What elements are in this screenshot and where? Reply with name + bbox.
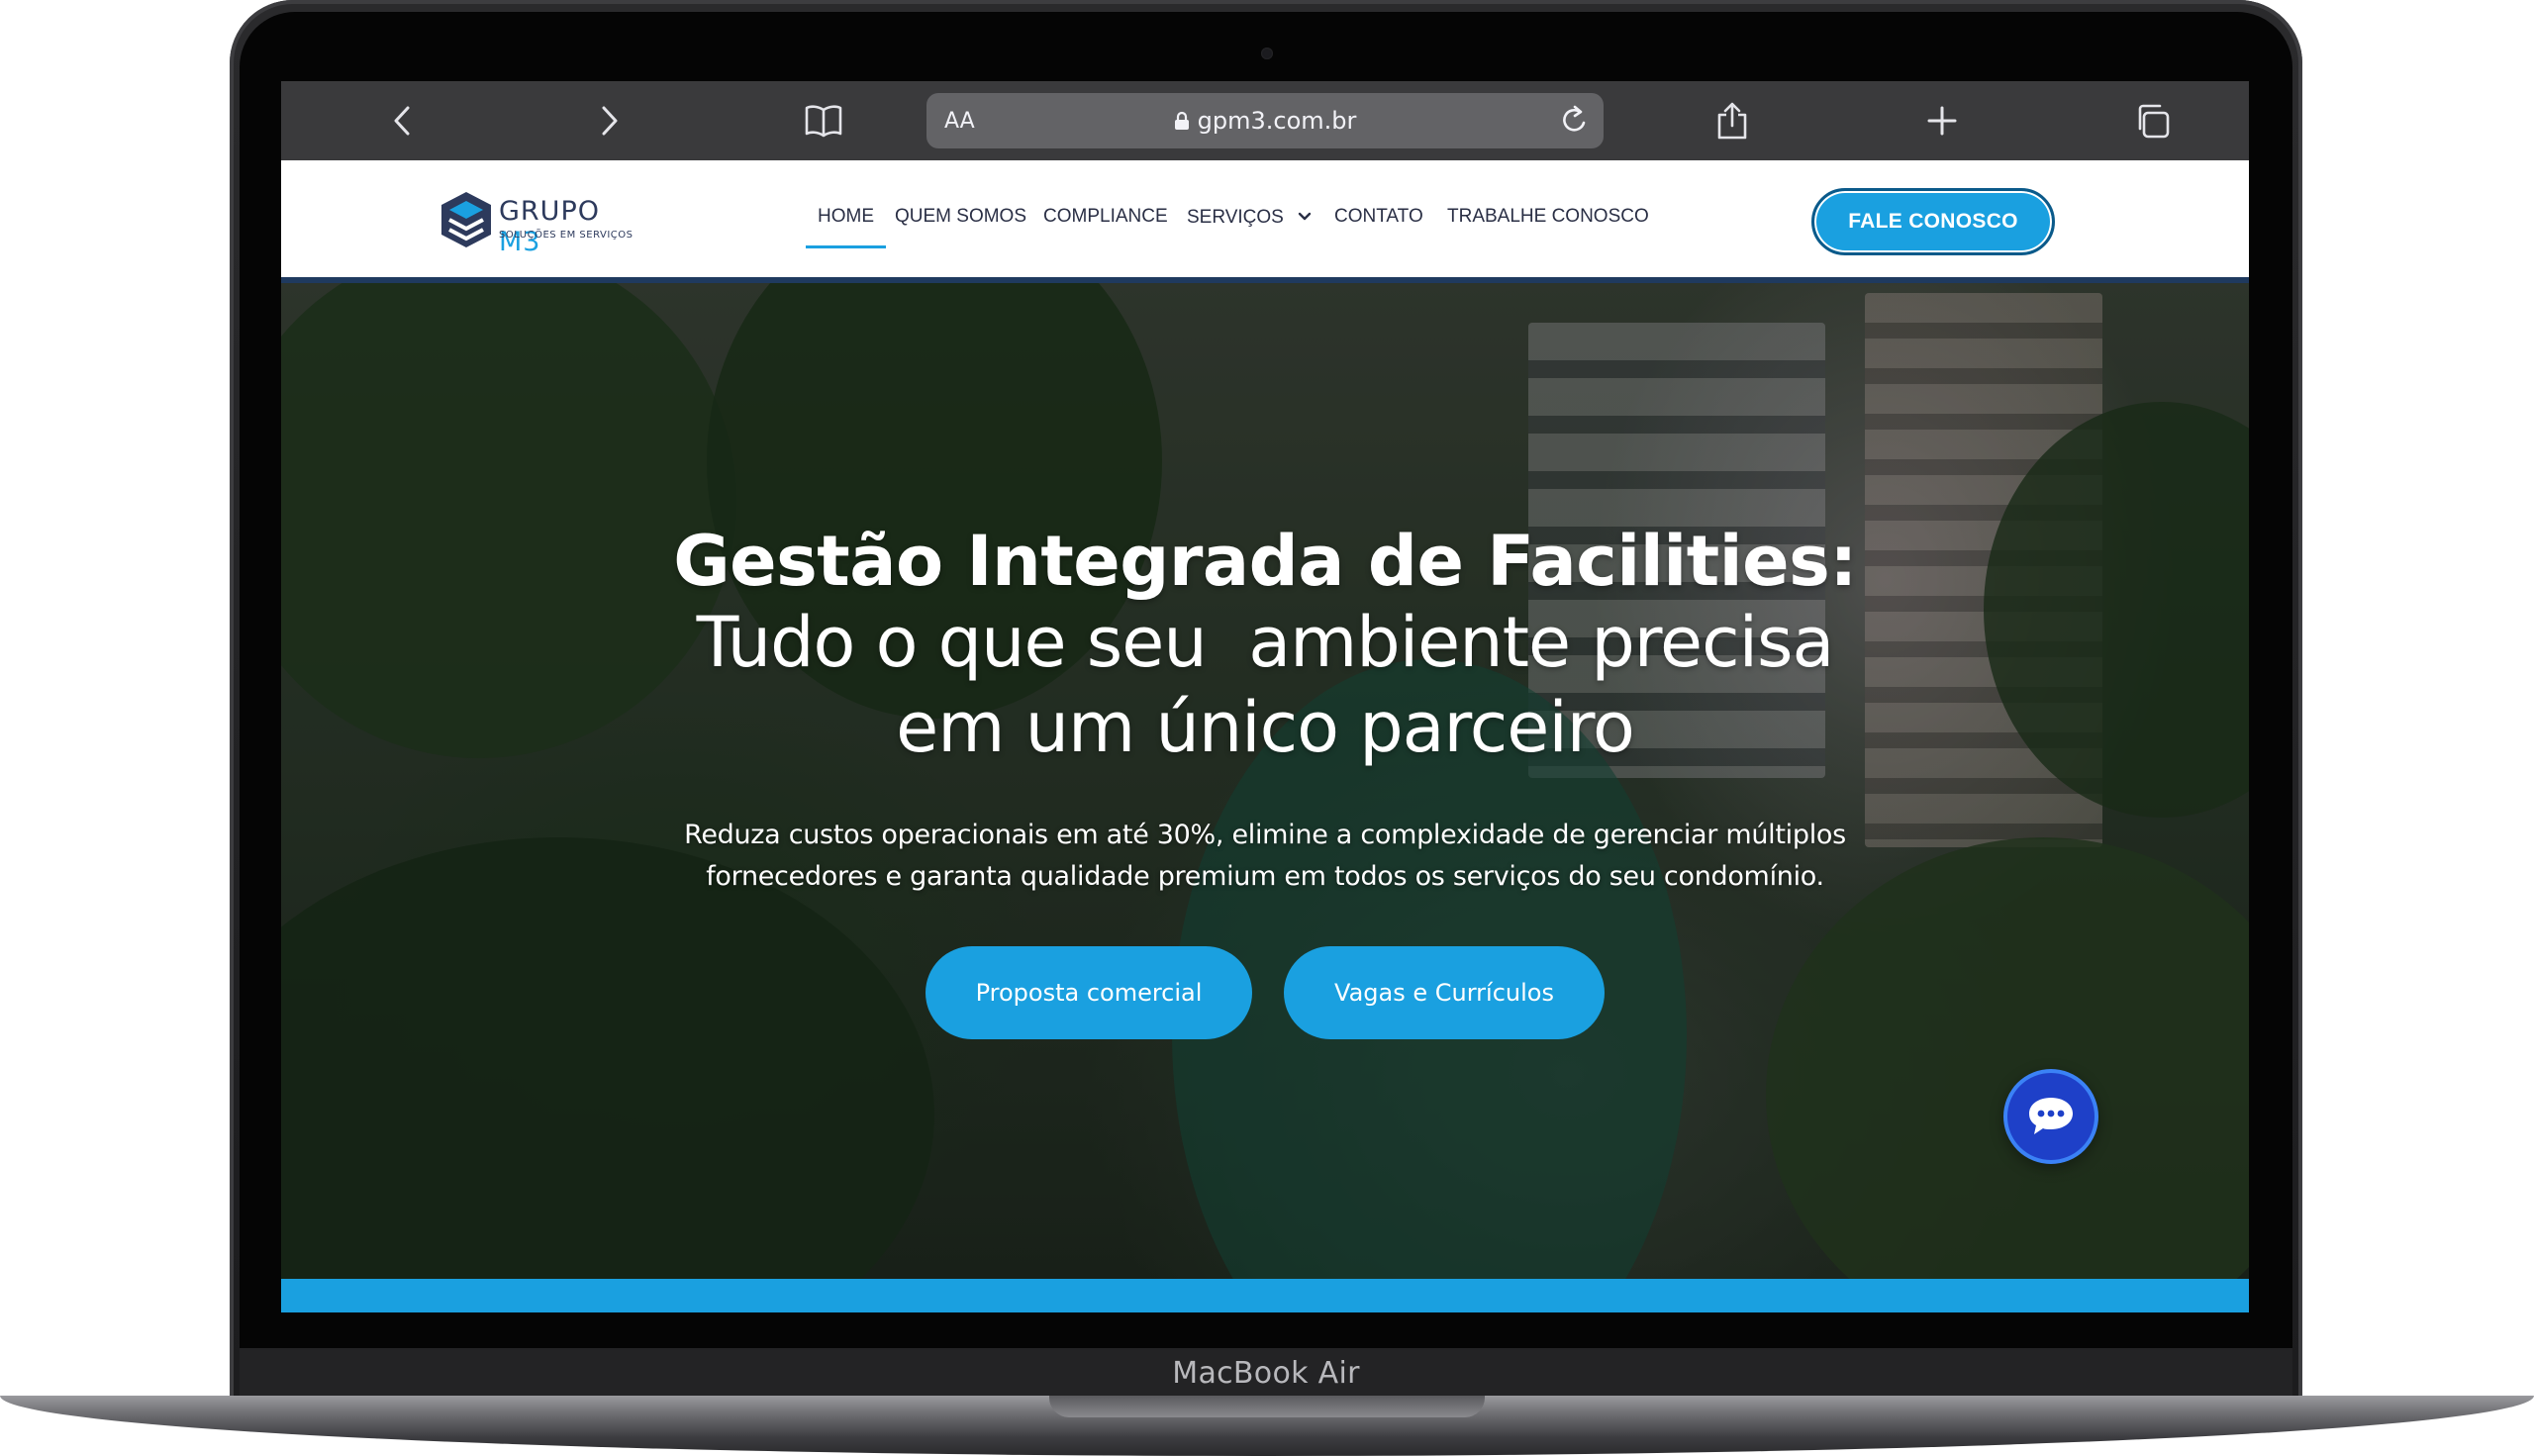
logo-name: GRUPO M3 (499, 196, 600, 257)
camera-icon (1261, 48, 1273, 59)
nav-trabalhe-conosco[interactable]: TRABALHE CONOSCO (1447, 206, 1649, 228)
nav-contato[interactable]: CONTATO (1334, 206, 1423, 228)
tabs-icon[interactable] (2128, 97, 2176, 145)
chat-bubble-icon (2029, 1098, 2073, 1134)
fale-conosco-button[interactable]: FALE CONOSCO (1811, 188, 2055, 255)
hero-overlay (281, 283, 2249, 1279)
share-icon[interactable] (1708, 97, 1756, 145)
plus-icon[interactable] (1918, 97, 1966, 145)
screen: AA gpm3.com.br GRUPO M3 SOLUÇÕES EM SERV… (281, 81, 2249, 1312)
url-display: gpm3.com.br (926, 107, 1604, 137)
chevron-right-icon[interactable] (586, 97, 634, 145)
hero-subtitle: Reduza custos operacionais em até 30%, e… (684, 820, 1846, 850)
vagas-curriculos-button[interactable]: Vagas e Currículos (1284, 946, 1605, 1039)
hero-title-line3: em um único parceiro (896, 687, 1635, 768)
chevron-left-icon[interactable] (378, 97, 426, 145)
browser-toolbar: AA gpm3.com.br (281, 81, 2249, 160)
nav-compliance[interactable]: COMPLIANCE (1043, 206, 1168, 228)
book-icon[interactable] (800, 97, 847, 145)
laptop-notch (1049, 1396, 1485, 1417)
nav-home[interactable]: HOME (806, 206, 886, 248)
address-bar[interactable]: AA gpm3.com.br (926, 93, 1604, 148)
logo[interactable]: GRUPO M3 SOLUÇÕES EM SERVIÇOS (439, 190, 647, 257)
hero-title: Gestão Integrada de Facilities: (673, 521, 1857, 602)
chat-button[interactable] (2003, 1069, 2098, 1164)
chevron-down-icon (1298, 206, 1312, 228)
accent-strip (281, 1279, 2249, 1312)
device-label: MacBook Air (1172, 1356, 1360, 1391)
hero-title-line2: Tudo o que seu ambiente precisa (696, 602, 1835, 683)
proposta-comercial-button[interactable]: Proposta comercial (926, 946, 1252, 1039)
url-text: gpm3.com.br (1197, 107, 1357, 135)
logo-tagline: SOLUÇÕES EM SERVIÇOS (499, 230, 634, 241)
nav-servicos[interactable]: SERVIÇOS (1187, 206, 1312, 229)
nav-quem-somos[interactable]: QUEM SOMOS (895, 206, 1026, 228)
reload-icon[interactable] (1560, 105, 1590, 142)
logo-mark-icon (441, 192, 491, 247)
hero-subtitle-line2: fornecedores e garanta qualidade premium… (706, 861, 1824, 892)
lock-icon (1174, 109, 1190, 137)
hero-section: Gestão Integrada de Facilities: Tudo o q… (281, 283, 2249, 1279)
